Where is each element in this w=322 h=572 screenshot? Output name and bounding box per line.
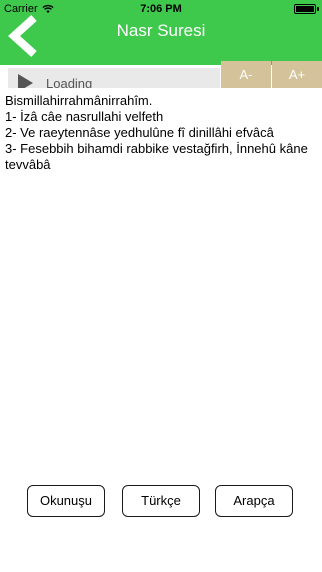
chevron-left-icon (8, 15, 37, 57)
text-line: 3- Fesebbih bihamdi rabbike vestağfirh, … (5, 141, 308, 172)
turkce-button[interactable]: Türkçe (122, 485, 200, 517)
okunusu-button[interactable]: Okunuşu (27, 485, 105, 517)
play-icon[interactable] (18, 74, 33, 88)
increase-font-button[interactable]: A+ (272, 61, 322, 88)
nav-bar: Carrier 7:06 PM Nasr Suresi (0, 0, 322, 65)
battery-icon (294, 4, 319, 14)
text-line: 1- İzâ câe nasrullahi velfeth (5, 109, 164, 124)
audio-player: Loading (8, 68, 220, 88)
status-bar: Carrier 7:06 PM (0, 0, 322, 18)
arapca-button[interactable]: Arapça (215, 485, 293, 517)
page-title: Nasr Suresi (116, 21, 206, 40)
loading-label: Loading (46, 76, 93, 88)
back-button[interactable] (0, 14, 44, 58)
text-line: Bismillahirrahmânirrahîm. (5, 93, 153, 108)
status-time: 7:06 PM (140, 3, 182, 15)
decrease-font-button[interactable]: A- (221, 61, 271, 88)
sura-text: Bismillahirrahmânirrahîm. 1- İzâ câe nas… (5, 93, 317, 173)
text-line: 2- Ve raeytennâse yedhulûne fî dinillâhi… (5, 125, 274, 140)
